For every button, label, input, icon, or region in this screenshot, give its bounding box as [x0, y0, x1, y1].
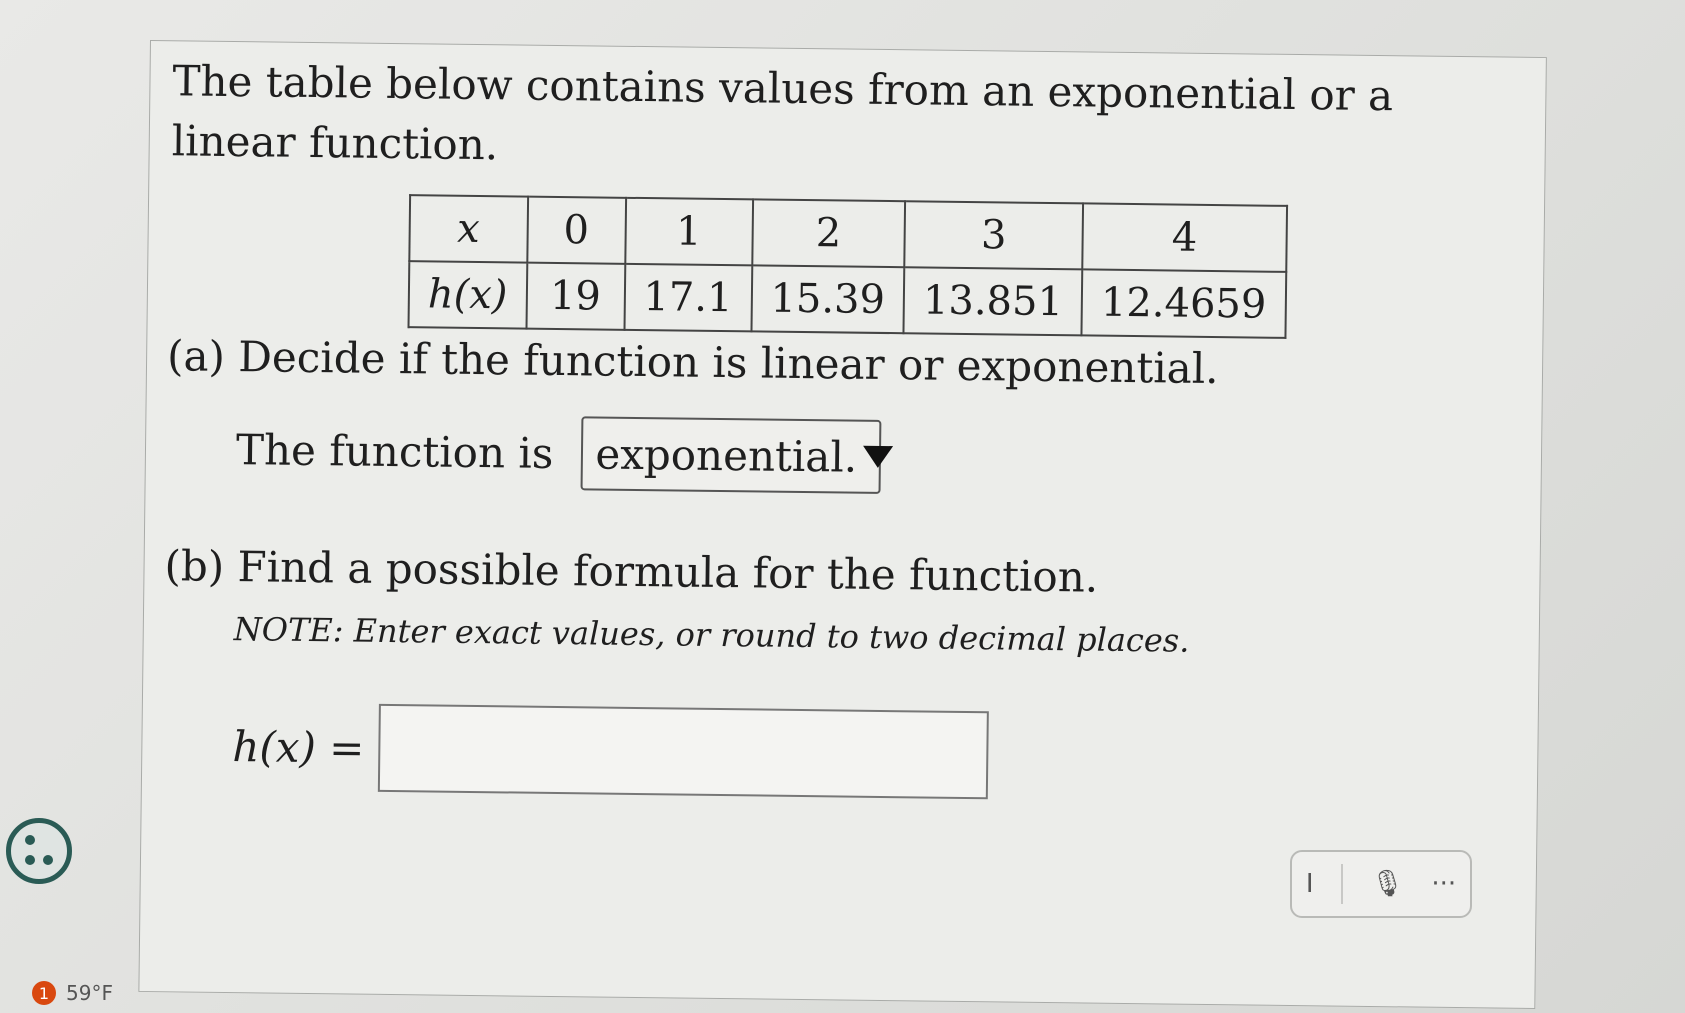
- part-a-question: (a) Decide if the function is linear or …: [166, 331, 1219, 394]
- table-row-h: h(x) 19 17.1 15.39 13.851 12.4659: [408, 261, 1286, 338]
- part-a-answer-line: The function is exponential.: [235, 412, 894, 494]
- table-cell: 13.851: [903, 267, 1083, 336]
- table-cell: 3: [904, 201, 1084, 270]
- cookie-icon[interactable]: [6, 818, 72, 884]
- table-cell: 15.39: [751, 265, 905, 334]
- answer-prefix: The function is: [235, 424, 554, 478]
- dropdown-selected-value: exponential.: [595, 428, 858, 482]
- toolbar-divider: [1341, 864, 1344, 904]
- more-options-button[interactable]: ···: [1431, 869, 1456, 899]
- formula-line: h(x) =: [232, 702, 989, 800]
- note-text: NOTE: Enter exact values, or round to tw…: [233, 610, 1190, 660]
- table-cell: 0: [526, 196, 626, 264]
- table-cell: 17.1: [624, 263, 752, 332]
- text-cursor-icon[interactable]: Ⅰ: [1306, 869, 1314, 899]
- microphone-icon[interactable]: 🎙: [1371, 869, 1404, 899]
- part-b-question: (b) Find a possible formula for the func…: [164, 541, 1099, 602]
- notification-badge[interactable]: 1: [32, 981, 56, 1005]
- table-row-x: x 0 1 2 3 4: [409, 195, 1287, 272]
- values-table: x 0 1 2 3 4 h(x) 19 17.1 15.39 13.851 12…: [407, 194, 1287, 339]
- input-toolbar: Ⅰ 🎙 ···: [1290, 850, 1472, 918]
- table-cell: 1: [624, 197, 753, 266]
- formula-input[interactable]: [377, 703, 989, 800]
- table-cell: 12.4659: [1081, 269, 1286, 338]
- weather-temperature[interactable]: 59°F: [66, 981, 113, 1005]
- table-cell: 4: [1082, 203, 1287, 272]
- row-label-h: h(x): [408, 261, 527, 329]
- table-cell: 2: [751, 199, 906, 268]
- intro-text: The table below contains values from an …: [171, 56, 1394, 170]
- formula-label: h(x) =: [232, 721, 365, 773]
- function-type-dropdown[interactable]: exponential.: [580, 416, 894, 494]
- dropdown-arrow-icon: [863, 445, 894, 469]
- taskbar-status: 1 59°F: [0, 981, 1685, 1013]
- table-cell: 19: [526, 262, 625, 330]
- row-label-x: x: [409, 195, 528, 263]
